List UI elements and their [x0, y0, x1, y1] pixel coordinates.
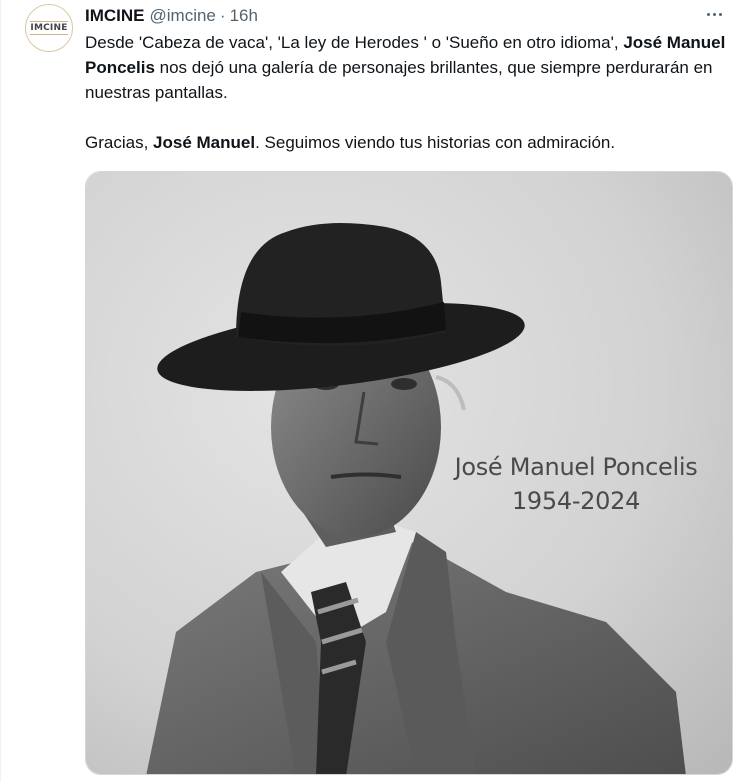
separator-dot: · — [219, 6, 226, 25]
imcine-logo: IMCINE — [30, 21, 68, 35]
avatar[interactable]: IMCINE — [25, 4, 73, 52]
tweet-text: Desde 'Cabeza de vaca', 'La ley de Herod… — [85, 30, 735, 155]
more-dot — [718, 12, 722, 16]
caption-years: 1954-2024 — [511, 487, 641, 515]
text-span: Gracias, — [85, 133, 154, 152]
text-span: nos dejó una galería de personajes brill… — [85, 58, 713, 102]
tweet-paragraph-1: Desde 'Cabeza de vaca', 'La ley de Herod… — [85, 30, 735, 105]
more-options-icon[interactable] — [699, 2, 729, 26]
text-span: Desde 'Cabeza de vaca', 'La ley de Herod… — [85, 33, 624, 52]
tweet[interactable]: IMCINE IMCINE @imcine · 16h Desde 'Cabez… — [0, 0, 755, 782]
user-handle[interactable]: @imcine — [150, 6, 216, 26]
photo-caption: José Manuel Poncelis 1954-2024 — [436, 450, 716, 518]
display-name[interactable]: IMCINE — [85, 6, 145, 26]
tweet-image[interactable]: José Manuel Poncelis 1954-2024 — [85, 171, 733, 775]
timestamp[interactable]: 16h — [230, 6, 258, 26]
caption-name: José Manuel Poncelis — [454, 453, 698, 481]
tweet-paragraph-2: Gracias, José Manuel. Seguimos viendo tu… — [85, 130, 735, 155]
more-dot — [712, 12, 716, 16]
tweet-header: IMCINE @imcine · 16h — [85, 4, 258, 28]
more-dot — [706, 12, 710, 16]
bold-name: José Manuel — [153, 133, 256, 152]
text-span: . Seguimos viendo tus historias con admi… — [255, 133, 616, 152]
